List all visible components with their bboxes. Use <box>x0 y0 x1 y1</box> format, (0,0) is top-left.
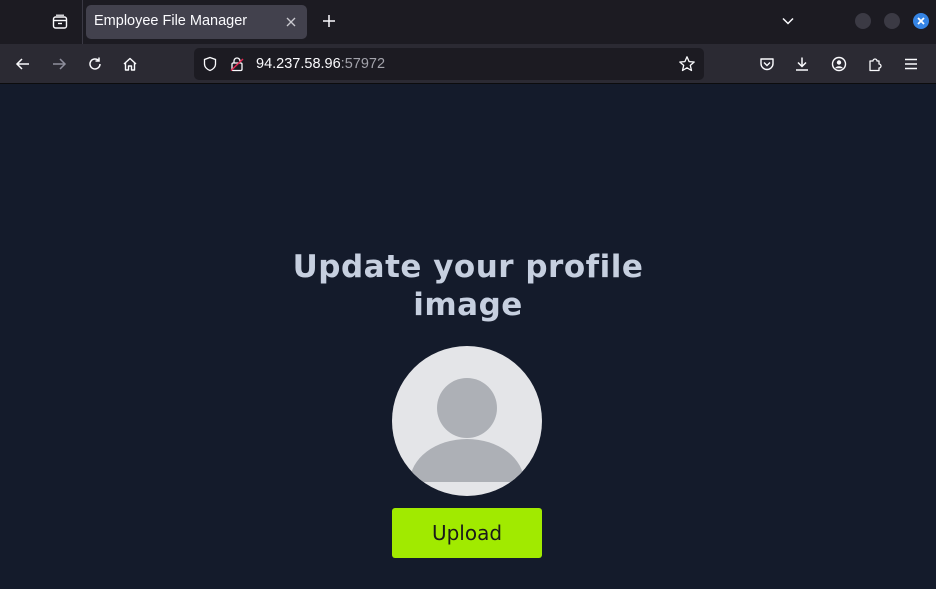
page-title: Update your profile image <box>292 249 644 323</box>
pocket-icon <box>759 56 775 72</box>
url-text: 94.237.58.96:57972 <box>256 56 385 72</box>
tab-title: Employee File Manager <box>94 13 248 29</box>
chevron-down-icon <box>781 14 795 28</box>
tab-separator <box>82 0 83 44</box>
arrow-right-icon <box>51 56 67 72</box>
application-menu-button[interactable] <box>897 50 925 78</box>
avatar[interactable] <box>392 346 542 496</box>
insecure-lock-icon[interactable] <box>229 56 245 72</box>
browser-navigation-toolbar: 94.237.58.96:57972 <box>0 44 936 84</box>
reload-icon <box>87 56 103 72</box>
puzzle-icon <box>867 56 883 72</box>
plus-icon <box>322 14 336 28</box>
close-icon[interactable] <box>283 14 299 30</box>
tab-employee-file-manager[interactable]: Employee File Manager <box>86 5 307 39</box>
close-icon <box>916 16 926 26</box>
window-minimize-button[interactable] <box>855 13 871 29</box>
home-button[interactable] <box>116 50 144 78</box>
tab-list-button[interactable] <box>46 8 74 36</box>
extensions-button[interactable] <box>861 50 889 78</box>
account-icon <box>831 56 847 72</box>
account-button[interactable] <box>825 50 853 78</box>
tab-list-icon <box>52 14 68 30</box>
window-close-button[interactable] <box>913 13 929 29</box>
window-maximize-button[interactable] <box>884 13 900 29</box>
list-all-tabs-button[interactable] <box>776 9 800 33</box>
pocket-button[interactable] <box>753 50 781 78</box>
url-host: 94.237.58.96 <box>256 56 341 72</box>
reload-button[interactable] <box>81 50 109 78</box>
user-placeholder-icon <box>392 346 542 496</box>
url-port: :57972 <box>340 56 386 72</box>
forward-button[interactable] <box>45 50 73 78</box>
home-icon <box>122 56 138 72</box>
new-tab-button[interactable] <box>316 8 342 34</box>
star-icon[interactable] <box>678 55 696 73</box>
shield-icon[interactable] <box>202 56 218 72</box>
page-content: Update your profile image Upload <box>0 85 936 589</box>
back-button[interactable] <box>9 50 37 78</box>
download-icon <box>794 56 810 72</box>
upload-button[interactable]: Upload <box>392 508 542 558</box>
address-bar[interactable]: 94.237.58.96:57972 <box>194 48 704 80</box>
downloads-button[interactable] <box>788 50 816 78</box>
hamburger-menu-icon <box>903 56 919 72</box>
browser-tab-strip: Employee File Manager <box>0 0 936 44</box>
arrow-left-icon <box>15 56 31 72</box>
